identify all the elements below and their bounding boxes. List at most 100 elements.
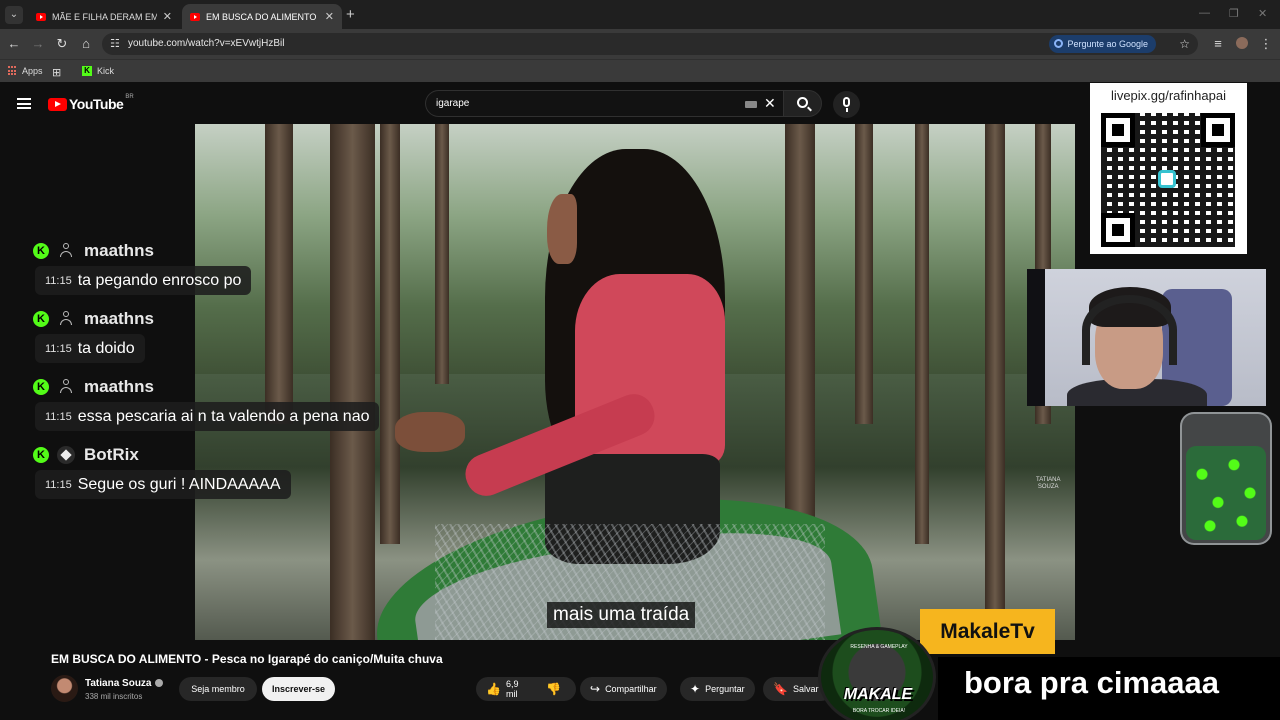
youtube-play-icon (48, 97, 67, 111)
home-icon[interactable]: ⌂ (78, 36, 94, 51)
menu-icon[interactable]: ⋮ (1258, 36, 1274, 52)
user-icon (59, 310, 73, 325)
tab-groups-icon[interactable]: ⊞ (52, 66, 61, 79)
chat-message: K maathns 11:15 ta pegando enrosco po (28, 234, 408, 302)
kick-badge-icon: K (33, 243, 49, 259)
channel-avatar[interactable] (51, 675, 78, 702)
like-count[interactable]: 6,9 mil (506, 679, 530, 699)
search-icon (797, 97, 808, 108)
chat-time: 11:15 (45, 478, 72, 491)
bookmark-star-icon[interactable]: ☆ (1179, 37, 1190, 51)
video-subtitle: mais uma traída (547, 602, 696, 628)
hamburger-menu-icon[interactable] (17, 98, 31, 109)
restore-icon[interactable]: ❐ (1229, 7, 1239, 20)
tab-search-icon[interactable]: ⌄ (5, 6, 23, 24)
clear-search-icon[interactable]: ✕ (764, 95, 776, 112)
chat-bubble: 11:15 ta doido (35, 334, 145, 363)
reload-icon[interactable]: ↻ (54, 36, 70, 52)
bookmark-icon: 🔖 (773, 682, 788, 696)
tab-title: EM BUSCA DO ALIMENTO - Pes (206, 11, 319, 22)
channel-name[interactable]: Tatiana Souza (85, 678, 152, 689)
ask-button[interactable]: ✦ Perguntar (680, 677, 755, 701)
browser-toolbar: ← → ↻ ⌂ ☷ youtube.com/watch?v=xEVwtjHzBi… (0, 29, 1280, 59)
makale-logo-top-text: RESENHA & GAMEPLAY (850, 644, 908, 650)
address-bar[interactable]: ☷ youtube.com/watch?v=xEVwtjHzBil ⧉ Perg… (102, 33, 1198, 55)
chat-time: 11:15 (45, 342, 72, 355)
bot-icon (57, 446, 75, 464)
share-button[interactable]: ↪ Compartilhar (580, 677, 667, 701)
chat-time: 11:15 (45, 274, 72, 287)
logo-wordmark: YouTube (69, 96, 124, 112)
close-tab-icon[interactable]: ✕ (163, 10, 172, 23)
chat-text: ta doido (77, 339, 135, 357)
chat-username: maathns (84, 377, 154, 396)
microphone-icon (843, 97, 850, 107)
stream-banner: bora pra cimaaaa (938, 657, 1280, 720)
browser-tab-active[interactable]: EM BUSCA DO ALIMENTO - Pes ✕ (182, 4, 342, 29)
search-button[interactable] (783, 90, 822, 117)
chat-username: maathns (84, 241, 154, 260)
subscribe-button[interactable]: Inscrever-se (262, 677, 335, 701)
user-icon (59, 378, 73, 393)
ask-google-button[interactable]: Pergunte ao Google (1049, 35, 1156, 53)
join-button[interactable]: Seja membro (179, 677, 257, 701)
sparkle-icon: ✦ (690, 682, 701, 696)
verified-icon (154, 679, 163, 687)
url-text: youtube.com/watch?v=xEVwtjHzBil (128, 38, 285, 49)
reading-list-icon[interactable]: ≡ (1210, 36, 1226, 51)
chat-username: BotRix (84, 445, 139, 464)
kick-favicon-icon: K (82, 66, 92, 76)
profile-avatar[interactable] (1236, 37, 1248, 49)
like-icon[interactable]: 👍 (486, 682, 501, 696)
youtube-header: YouTube BR igarape ✕ (0, 82, 1280, 124)
chat-bubble: 11:15 ta pegando enrosco po (35, 266, 252, 295)
like-dislike-group: 👍 6,9 mil 👎 (476, 677, 576, 701)
makale-logo (818, 627, 936, 720)
chat-message: K maathns 11:15 ta doido (28, 302, 408, 370)
share-label: Compartilhar (605, 684, 657, 694)
share-icon: ↪ (590, 682, 601, 696)
search-input[interactable]: igarape ✕ (425, 90, 783, 117)
youtube-logo[interactable]: YouTube BR (48, 94, 134, 112)
chat-bubble: 11:15 Segue os guri ! AINDAAAAA (35, 470, 291, 499)
chat-message: K maathns 11:15 essa pescaria ai n ta va… (28, 370, 408, 438)
chat-text: Segue os guri ! AINDAAAAA (77, 475, 281, 493)
close-window-icon[interactable]: ✕ (1258, 7, 1267, 20)
youtube-favicon-icon (36, 12, 46, 21)
video-title: EM BUSCA DO ALIMENTO - Pesca no Igarapé … (51, 652, 443, 666)
chat-message: K BotRix 11:15 Segue os guri ! AINDAAAAA (28, 438, 408, 506)
dislike-icon[interactable]: 👎 (546, 682, 561, 696)
minimize-icon[interactable]: — (1199, 7, 1210, 19)
save-label: Salvar (792, 684, 819, 694)
apps-grid-icon (8, 66, 18, 76)
chat-text: essa pescaria ai n ta valendo a pena nao (77, 407, 370, 425)
streamer-webcam (1027, 269, 1266, 406)
bookmark-label: Kick (97, 66, 115, 76)
forward-icon[interactable]: → (30, 36, 46, 51)
makale-logo-text: MAKALE (843, 686, 913, 703)
browser-tab-strip: ⌄ MÃE E FILHA DERAM EM CIMA ✕ EM BUSCA D… (0, 0, 1280, 29)
browser-tab[interactable]: MÃE E FILHA DERAM EM CIMA ✕ (28, 4, 180, 29)
makaletv-label: MakaleTv (920, 609, 1055, 654)
bookmark-apps[interactable]: Apps (8, 66, 43, 76)
new-tab-icon[interactable]: + (346, 6, 355, 23)
ask-label: Perguntar (705, 684, 745, 694)
channel-name-row[interactable]: Tatiana Souza (85, 678, 163, 689)
close-tab-icon[interactable]: ✕ (325, 10, 334, 23)
voice-search-button[interactable] (833, 91, 860, 118)
kick-badge-icon: K (33, 447, 49, 463)
stream-chat-overlay: K maathns 11:15 ta pegando enrosco po K … (28, 234, 408, 506)
bookmark-label: Apps (22, 66, 43, 76)
livepix-qr-card: livepix.gg/rafinhapai (1090, 83, 1247, 254)
back-icon[interactable]: ← (6, 36, 22, 51)
chat-time: 11:15 (45, 410, 72, 423)
bookmark-kick[interactable]: K Kick (82, 66, 114, 76)
chat-bubble: 11:15 essa pescaria ai n ta valendo a pe… (35, 402, 380, 431)
chat-text: ta pegando enrosco po (77, 271, 242, 289)
site-info-icon[interactable]: ☷ (110, 37, 120, 50)
kick-badge-icon: K (33, 311, 49, 327)
keyboard-icon[interactable] (745, 101, 757, 108)
bookmarks-bar: Apps ⊞ K Kick (0, 59, 1280, 82)
kick-tip-jar (1180, 412, 1272, 545)
headset-icon (1082, 295, 1177, 365)
